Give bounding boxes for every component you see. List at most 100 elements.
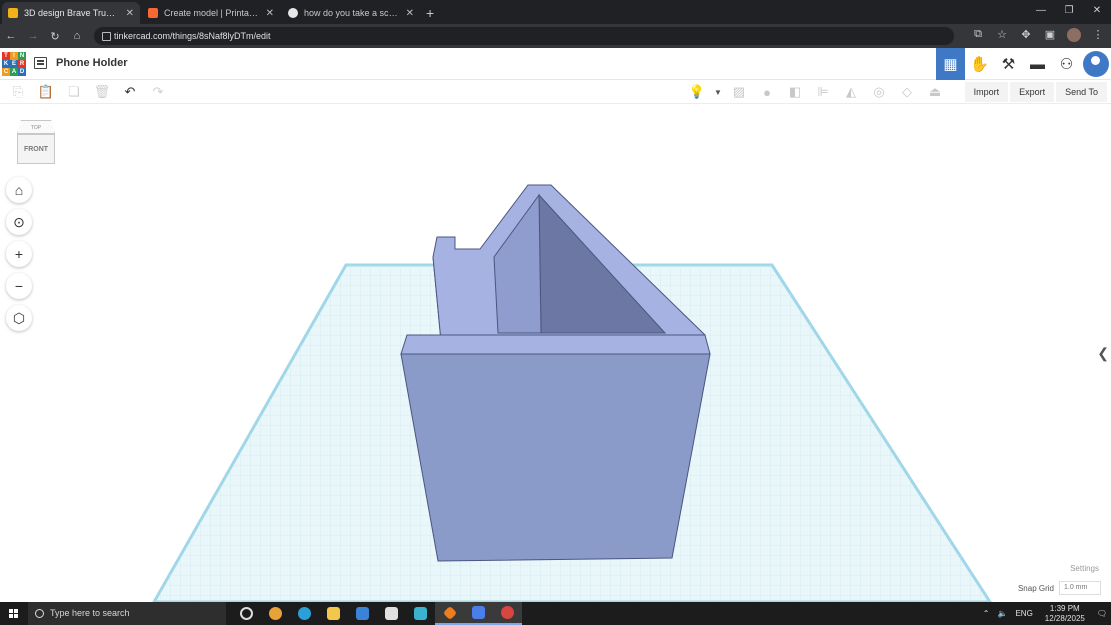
view-cube[interactable]: TOP FRONT (17, 120, 55, 166)
system-tray: ⌃ 🔈 ENG 1:39 PM 12/28/2025 🗨 (979, 602, 1111, 625)
scene-canvas[interactable] (0, 105, 1111, 602)
undo-icon[interactable]: ↶ (116, 84, 144, 100)
taskbar-clock[interactable]: 1:39 PM 12/28/2025 (1045, 604, 1085, 624)
tab-title: how do you take a screenshot o (304, 8, 400, 18)
back-icon[interactable]: ← (0, 30, 22, 42)
windows-taskbar: Type here to search (0, 602, 1111, 625)
edit-actions: ⎘ 📋 ❏ 🗑 ↶ ↷ (4, 80, 172, 104)
url-input[interactable]: tinkercad.com/things/8sNaf8lyDTm/edit (94, 27, 954, 45)
logo-letter: C (2, 68, 10, 76)
tab-title: 3D design Brave Trug-Juttuli - T (24, 8, 120, 18)
browser-tab-printables[interactable]: Create model | Printables.com ✕ (142, 2, 280, 24)
tinkercad-logo[interactable]: TINKERCAD (2, 52, 26, 76)
browser-menu-icon[interactable]: ⋮ (1091, 28, 1105, 45)
paste-icon[interactable]: 📋 (32, 84, 60, 100)
ungroup-icon[interactable]: ◧ (781, 84, 809, 100)
fit-view-icon[interactable]: ⊙ (6, 209, 32, 235)
mail-icon[interactable] (348, 602, 377, 625)
chrome-active-icon[interactable] (493, 602, 522, 625)
minimize-icon[interactable]: — (1027, 0, 1055, 24)
window-controls: — ❐ ✕ (1027, 0, 1111, 24)
collapse-panel-chevron-icon[interactable]: ❮ (1097, 345, 1109, 362)
add-user-icon[interactable]: ⚇ (1052, 48, 1081, 80)
group-icon[interactable]: ● (753, 85, 781, 100)
logo-letter: N (18, 52, 26, 60)
delete-icon[interactable]: 🗑 (88, 84, 116, 100)
edge-icon[interactable] (290, 602, 319, 625)
blocks-icon[interactable]: ⚒ (994, 48, 1023, 80)
header-mode-buttons: ▦ ✋ ⚒ ▬ ⚇ (936, 48, 1111, 80)
volume-icon[interactable]: 🔈 (997, 609, 1007, 618)
align-icon[interactable]: ⊫ (809, 84, 837, 100)
home-view-icon[interactable]: ⌂ (6, 177, 32, 203)
logo-letter: E (10, 60, 18, 68)
printables-app-icon[interactable] (464, 602, 493, 625)
store-icon[interactable] (377, 602, 406, 625)
zoom-out-icon[interactable]: − (6, 273, 32, 299)
duplicate-icon[interactable]: ❏ (60, 84, 88, 100)
tray-chevron-icon[interactable]: ⌃ (983, 609, 990, 618)
new-tab-button[interactable]: + (426, 2, 434, 24)
3d-view-grid-icon[interactable]: ▦ (936, 48, 965, 80)
close-window-icon[interactable]: ✕ (1083, 0, 1111, 24)
reload-icon[interactable]: ↻ (44, 30, 66, 43)
sim-lab-icon[interactable]: ✋ (965, 48, 994, 80)
export-button[interactable]: Export (1010, 82, 1055, 102)
cortana-icon[interactable] (232, 602, 261, 625)
settings-link[interactable]: Settings (1070, 564, 1099, 573)
close-tab-icon[interactable]: ✕ (266, 8, 274, 19)
close-tab-icon[interactable]: ✕ (406, 8, 414, 19)
logo-letter: D (18, 68, 26, 76)
printables-favicon-icon (148, 8, 158, 18)
view-controls: ⌂ ⊙ + − ⬡ (6, 177, 34, 331)
logo-letter: A (10, 68, 18, 76)
view-cube-top[interactable]: TOP (17, 120, 55, 134)
light-dropdown-icon[interactable]: ▼ (711, 88, 725, 97)
zoom-in-icon[interactable]: + (6, 241, 32, 267)
browser-tab-strip: 3D design Brave Trug-Juttuli - T ✕ Creat… (0, 0, 1111, 24)
taskbar-search-input[interactable]: Type here to search (28, 602, 226, 625)
start-button[interactable] (0, 602, 28, 625)
workplane-icon[interactable]: ◇ (893, 84, 921, 100)
3d-viewport[interactable]: TOP FRONT ⌂ ⊙ + − ⬡ ❮ Settings Snap Grid… (0, 105, 1111, 602)
close-tab-icon[interactable]: ✕ (126, 8, 134, 19)
view-cube-front[interactable]: FRONT (17, 134, 55, 164)
home-icon[interactable]: ⌂ (66, 30, 88, 42)
notifications-icon[interactable]: 🗨 (1097, 609, 1107, 618)
copy-icon[interactable]: ⎘ (4, 84, 32, 100)
browser-tab-google[interactable]: how do you take a screenshot o ✕ (282, 2, 420, 24)
import-button[interactable]: Import (964, 82, 1009, 102)
logo-letter: R (18, 60, 26, 68)
light-bulb-icon[interactable]: 💡 (683, 84, 711, 100)
google-favicon-icon (288, 8, 298, 18)
ruler-icon[interactable]: ⏏ (921, 84, 949, 100)
design-title[interactable]: Phone Holder (56, 57, 128, 69)
profile-avatar[interactable] (1067, 28, 1081, 45)
install-app-icon[interactable]: ⧉ (971, 28, 985, 45)
windows-logo-icon (9, 608, 19, 619)
user-avatar[interactable] (1083, 51, 1109, 77)
forward-icon[interactable]: → (22, 30, 44, 42)
file-explorer-icon[interactable] (319, 602, 348, 625)
vpn-icon[interactable] (406, 602, 435, 625)
phone-holder-shape[interactable] (400, 184, 711, 562)
redo-icon[interactable]: ↷ (144, 84, 172, 100)
chrome-icon[interactable] (261, 602, 290, 625)
logo-letter: I (10, 52, 18, 60)
bookmark-star-icon[interactable]: ☆ (995, 28, 1009, 45)
side-panel-icon[interactable]: ▣ (1043, 28, 1057, 45)
send-to-button[interactable]: Send To (1056, 82, 1107, 102)
mirror-icon[interactable]: ◭ (837, 84, 865, 100)
slicer-app-icon[interactable] (435, 602, 464, 625)
design-menu-icon[interactable] (34, 57, 47, 69)
browser-tab-tinkercad[interactable]: 3D design Brave Trug-Juttuli - T ✕ (2, 2, 140, 24)
snap-grid-select[interactable]: 1.0 mm (1059, 581, 1101, 595)
restore-icon[interactable]: ❐ (1055, 0, 1083, 24)
edit-toolbar: ⎘ 📋 ❏ 🗑 ↶ ↷ 💡 ▼ ▨ ● ◧ ⊫ ◭ ◎ ◇ ⏏ Import E… (0, 80, 1111, 104)
language-indicator[interactable]: ENG (1015, 609, 1032, 618)
extensions-icon[interactable]: ✥ (1019, 28, 1033, 45)
perspective-icon[interactable]: ⬡ (6, 305, 32, 331)
notes-icon[interactable]: ▨ (725, 84, 753, 100)
bricks-icon[interactable]: ▬ (1023, 48, 1052, 80)
cruise-icon[interactable]: ◎ (865, 84, 893, 100)
